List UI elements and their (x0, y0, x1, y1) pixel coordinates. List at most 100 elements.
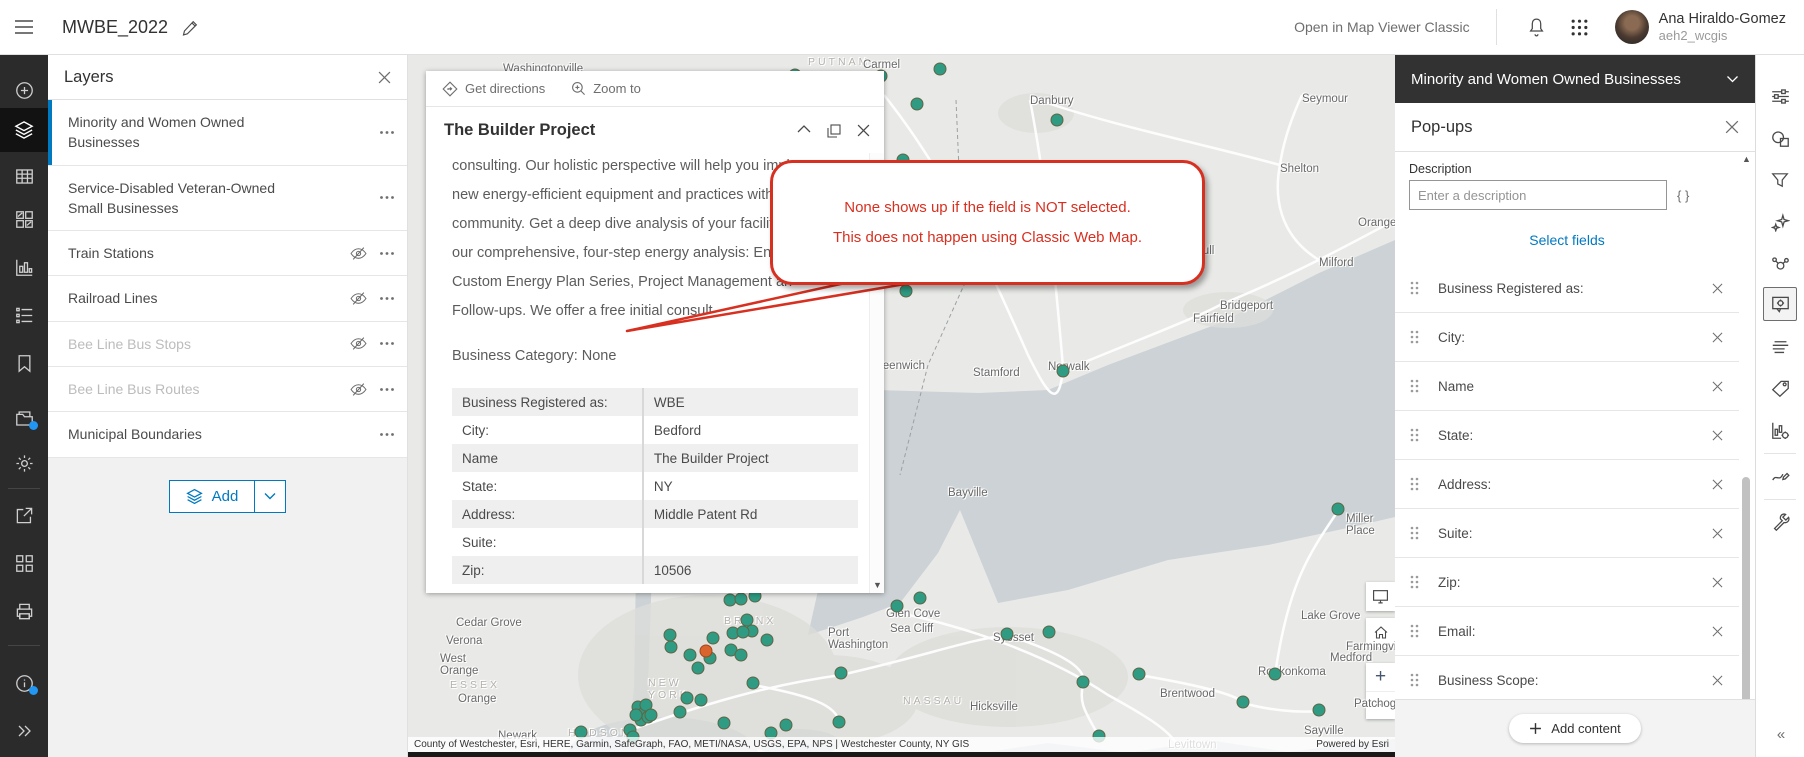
layer-list-item[interactable]: Bee Line Bus Routes (48, 367, 407, 413)
add-layer-button[interactable]: Add (168, 479, 287, 513)
business-point[interactable] (629, 708, 643, 722)
bookmarks-icon[interactable] (0, 343, 48, 383)
save-map-icon[interactable] (0, 398, 48, 438)
visibility-off-icon[interactable] (350, 245, 367, 262)
remove-field-icon[interactable] (1712, 332, 1723, 343)
layer-options-menu-icon[interactable] (379, 341, 395, 346)
open-in-classic-link[interactable]: Open in Map Viewer Classic (1294, 19, 1470, 35)
popup-scroll-down-icon[interactable]: ▼ (873, 580, 882, 590)
collapse-panel-icon[interactable]: « (1777, 726, 1785, 743)
configure-charts-icon[interactable] (1763, 413, 1797, 447)
layer-options-menu-icon[interactable] (379, 296, 395, 301)
business-point[interactable] (644, 708, 658, 722)
business-point[interactable] (913, 591, 927, 605)
popup-field-row[interactable]: Business Scope: (1395, 656, 1739, 699)
business-point[interactable] (1331, 502, 1345, 516)
map-canvas[interactable]: Washingtonville PUTNAM Carmel Danbury Seymou… (408, 55, 1395, 757)
business-point[interactable] (910, 97, 924, 111)
business-point[interactable] (691, 661, 705, 675)
business-point[interactable] (1042, 625, 1056, 639)
business-point[interactable] (899, 284, 913, 298)
layer-list-item[interactable]: Minority and Women Owned Businesses (48, 100, 407, 166)
scroll-up-icon[interactable]: ▲ (1742, 154, 1751, 164)
home-extent-button[interactable] (1366, 618, 1395, 647)
business-point[interactable] (694, 693, 708, 707)
popups-icon[interactable] (1763, 287, 1797, 321)
edit-title-icon[interactable] (182, 19, 199, 36)
charts-icon[interactable] (0, 247, 48, 287)
hamburger-menu-icon[interactable] (0, 19, 48, 35)
remove-field-icon[interactable] (1712, 479, 1723, 490)
user-avatar[interactable] (1614, 10, 1649, 44)
popup-dock-icon[interactable] (827, 123, 841, 138)
business-point[interactable] (1050, 113, 1064, 127)
add-layer-icon[interactable] (0, 70, 48, 110)
popup-collapse-icon[interactable] (797, 124, 811, 138)
popup-field-row[interactable]: Business Registered as: (1395, 264, 1739, 313)
edit-icon[interactable] (1763, 459, 1797, 493)
visibility-off-icon[interactable] (350, 381, 367, 398)
legend-icon[interactable] (0, 295, 48, 335)
popup-field-row[interactable]: Email: (1395, 607, 1739, 656)
layer-options-menu-icon[interactable] (379, 130, 395, 135)
business-point[interactable] (890, 599, 904, 613)
business-point[interactable] (933, 62, 947, 76)
business-point[interactable] (734, 648, 748, 662)
layer-list-item[interactable]: Service-Disabled Veteran-Owned Small Bus… (48, 165, 407, 232)
business-point[interactable] (832, 715, 846, 729)
basemap-icon[interactable] (0, 199, 48, 239)
popup-field-row[interactable]: Suite: (1395, 509, 1739, 558)
business-point[interactable] (1312, 703, 1326, 717)
drag-handle-icon[interactable] (1409, 525, 1420, 541)
layer-list-item[interactable]: Train Stations (48, 231, 407, 277)
remove-field-icon[interactable] (1712, 675, 1723, 686)
print-icon[interactable] (0, 591, 48, 631)
tables-icon[interactable] (0, 156, 48, 196)
drag-handle-icon[interactable] (1409, 672, 1420, 688)
properties-icon[interactable] (1763, 79, 1797, 113)
business-point[interactable] (1076, 675, 1090, 689)
business-point[interactable] (834, 666, 848, 680)
layer-list-item[interactable]: Railroad Lines (48, 276, 407, 322)
layer-options-menu-icon[interactable] (379, 195, 395, 200)
remove-field-icon[interactable] (1712, 430, 1723, 441)
selected-business-point[interactable] (699, 644, 713, 658)
layer-list-item[interactable]: Bee Line Bus Stops (48, 321, 407, 368)
create-app-icon[interactable] (0, 543, 48, 583)
business-point[interactable] (1000, 627, 1014, 641)
layer-options-menu-icon[interactable] (379, 432, 395, 437)
zoom-in-button[interactable]: + (1366, 663, 1395, 691)
mobile-view-button[interactable] (1366, 582, 1395, 611)
business-point[interactable] (760, 633, 774, 647)
visibility-off-icon[interactable] (350, 290, 367, 307)
popup-field-row[interactable]: Name (1395, 362, 1739, 411)
zoom-out-button[interactable]: − (1366, 691, 1395, 719)
scrollbar-thumb[interactable] (1742, 477, 1750, 737)
zoom-to-button[interactable]: Zoom to (571, 81, 641, 96)
drag-handle-icon[interactable] (1409, 280, 1420, 296)
labels-icon[interactable] (1763, 371, 1797, 405)
business-point[interactable] (664, 640, 678, 654)
add-content-button[interactable]: Add content (1509, 714, 1641, 743)
field-braces-button[interactable]: { } (1677, 188, 1689, 203)
add-button-dropdown[interactable] (254, 480, 285, 512)
drag-handle-icon[interactable] (1409, 574, 1420, 590)
notifications-bell-icon[interactable] (1515, 17, 1558, 38)
popup-field-row[interactable]: Address: (1395, 460, 1739, 509)
business-point[interactable] (736, 625, 750, 639)
settings-wrench-icon[interactable] (1763, 505, 1797, 539)
remove-field-icon[interactable] (1712, 577, 1723, 588)
expand-rail-icon[interactable] (0, 711, 48, 751)
remove-field-icon[interactable] (1712, 626, 1723, 637)
aggregation-icon[interactable] (1763, 247, 1797, 281)
popup-field-row[interactable]: City: (1395, 313, 1739, 362)
app-launcher-grid-icon[interactable] (1558, 18, 1601, 37)
description-input[interactable] (1409, 180, 1667, 210)
get-directions-button[interactable]: Get directions (442, 80, 545, 97)
layer-list-item[interactable]: Municipal Boundaries (48, 412, 407, 458)
filter-icon[interactable] (1763, 163, 1797, 197)
layer-options-menu-icon[interactable] (379, 251, 395, 256)
selected-layer-header[interactable]: Minority and Women Owned Businesses (1395, 55, 1755, 103)
business-point[interactable] (683, 648, 697, 662)
business-point[interactable] (680, 691, 694, 705)
